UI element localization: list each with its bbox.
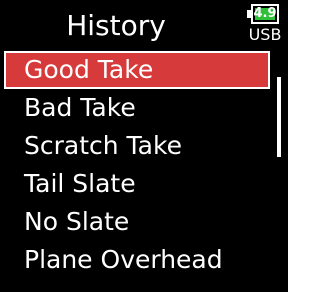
list-item[interactable]: Bad Take [4,89,270,127]
header: History 4.9 USB [0,0,288,48]
list-item-label: Bad Take [24,93,136,122]
page-title: History [66,9,166,42]
list-item-label: Tail Slate [24,169,136,198]
battery-voltage: 4.9 [253,6,277,21]
power-source-label: USB [248,25,282,44]
list-item[interactable]: Scratch Take [4,127,270,165]
history-list: Good Take Bad Take Scratch Take Tail Sla… [0,51,276,279]
battery-indicator: 4.9 USB [245,3,281,45]
list-item-label: Scratch Take [24,131,182,160]
list-item-label: Good Take [24,55,154,84]
list-item[interactable]: Tail Slate [4,165,270,203]
list-item[interactable]: Good Take [4,51,270,89]
device-screen: History 4.9 USB Good Take Bad Take Scrat… [0,0,288,292]
list-item[interactable]: No Slate [4,203,270,241]
list-item[interactable]: Plane Overhead [4,241,270,279]
list-item-label: Plane Overhead [24,245,223,274]
list-item-label: No Slate [24,207,130,236]
scrollbar[interactable] [275,52,283,286]
scrollbar-thumb[interactable] [277,77,281,157]
